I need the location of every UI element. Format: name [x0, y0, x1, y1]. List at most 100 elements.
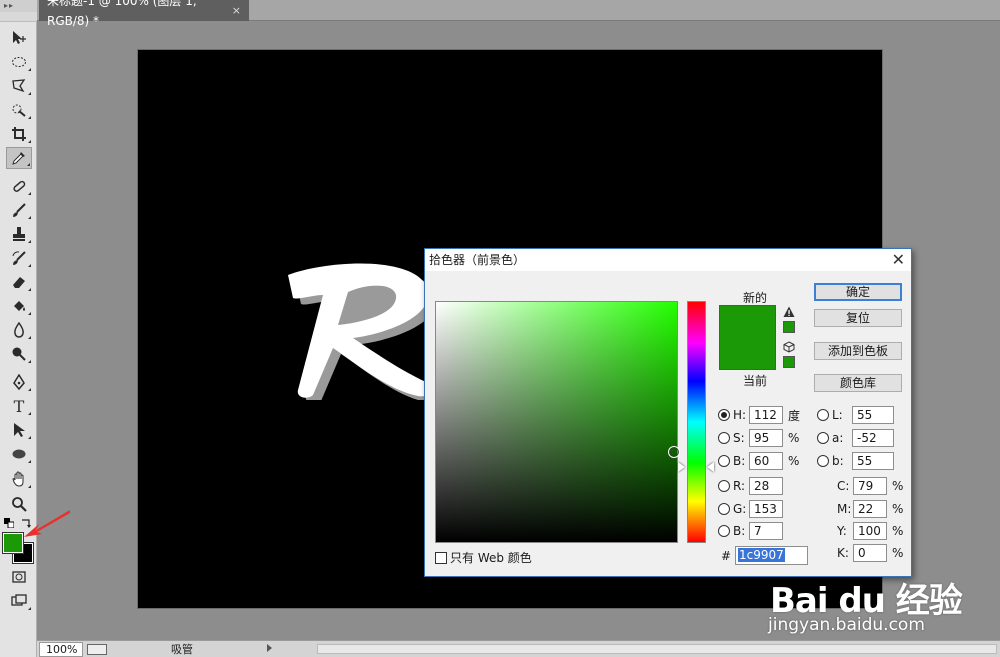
brush-icon[interactable] — [6, 199, 32, 221]
cyan-unit: % — [892, 479, 904, 493]
crop-icon[interactable] — [6, 123, 32, 145]
dialog-title-bar[interactable]: 拾色器（前景色） ✕ — [425, 249, 911, 271]
hex-color-input[interactable]: 1c9907 — [735, 546, 808, 565]
saturation-radio[interactable] — [718, 432, 730, 444]
baidu-jingyan-watermark: Bai du 经验 jingyan.baidu.com — [762, 565, 963, 645]
blue-radio[interactable] — [718, 525, 730, 537]
web-safe-cube-icon[interactable] — [783, 341, 795, 353]
hue-slider[interactable] — [687, 301, 706, 543]
red-input[interactable]: 28 — [749, 477, 783, 495]
paint-bucket-icon[interactable] — [6, 295, 32, 317]
pen-icon[interactable] — [6, 371, 32, 393]
lab-b-radio[interactable] — [817, 455, 829, 467]
lab-b-input[interactable]: 55 — [852, 452, 894, 470]
yellow-unit: % — [892, 524, 904, 538]
stamp-icon[interactable] — [6, 223, 32, 245]
polygonal-lasso-icon[interactable] — [6, 75, 32, 97]
red-radio[interactable] — [718, 480, 730, 492]
foreground-color-swatch[interactable] — [2, 532, 24, 554]
current-color-swatch[interactable] — [719, 338, 776, 370]
document-info-icon[interactable] — [87, 643, 107, 655]
red-label: R: — [733, 479, 746, 493]
panel-header[interactable] — [0, 12, 37, 22]
black-input[interactable]: 0 — [853, 544, 887, 562]
watermark-url: jingyan.baidu.com — [768, 615, 925, 635]
document-tab[interactable]: 未标题-1 @ 100% (图层 1, RGB/8) * × — [39, 0, 249, 28]
saturation-row: S: 95 % — [718, 428, 802, 448]
bandage-icon[interactable] — [6, 175, 32, 197]
lab-a-input[interactable]: -52 — [852, 429, 894, 447]
arrow-icon[interactable] — [6, 419, 32, 441]
ellipse-marquee-icon[interactable] — [6, 51, 32, 73]
dodge-icon[interactable] — [6, 343, 32, 365]
color-libraries-button[interactable]: 颜色库 — [814, 374, 902, 392]
brightness-input[interactable]: 60 — [749, 452, 783, 470]
yellow-input[interactable]: 100 — [853, 522, 887, 540]
drop-icon[interactable] — [6, 319, 32, 341]
horizontal-scrollbar[interactable] — [317, 644, 997, 654]
type-icon[interactable]: T — [6, 395, 32, 417]
green-row: G: 153 — [718, 499, 783, 519]
lab-l-input[interactable]: 55 — [852, 406, 894, 424]
green-label: G: — [733, 502, 747, 516]
move-icon[interactable] — [6, 27, 32, 49]
lab-l-label: L: — [832, 408, 843, 422]
lab-b-label: b: — [832, 454, 844, 468]
close-icon[interactable]: ✕ — [892, 249, 905, 271]
document-tab-title: 未标题-1 @ 100% (图层 1, RGB/8) * — [47, 0, 197, 28]
yellow-row: Y: 100 % — [837, 521, 906, 541]
hex-label: # — [721, 549, 732, 563]
add-to-swatches-button[interactable]: 添加到色板 — [814, 342, 902, 360]
brightness-label: B: — [733, 454, 746, 468]
brightness-radio[interactable] — [718, 455, 730, 467]
web-colors-only-option[interactable]: 只有 Web 颜色 — [435, 549, 532, 566]
eyedropper-icon[interactable] — [6, 147, 32, 169]
gamut-color-swatch[interactable] — [783, 321, 795, 333]
cyan-input[interactable]: 79 — [853, 477, 887, 495]
hue-row: H: 112 度 — [718, 405, 802, 425]
default-colors-icon[interactable] — [4, 518, 14, 528]
current-tool-label: 吸管 — [171, 643, 193, 656]
green-input[interactable]: 153 — [749, 500, 783, 518]
blue-row: B: 7 — [718, 521, 783, 541]
ok-button[interactable]: 确定 — [814, 283, 902, 301]
web-colors-only-checkbox[interactable] — [435, 551, 447, 564]
reset-button[interactable]: 复位 — [814, 309, 902, 327]
blue-input[interactable]: 7 — [749, 522, 783, 540]
hand-icon[interactable] — [6, 468, 32, 490]
status-menu-arrow-icon[interactable] — [267, 644, 272, 652]
saturation-input[interactable]: 95 — [749, 429, 783, 447]
saturation-brightness-field[interactable] — [435, 301, 680, 543]
magenta-row: M: 22 % — [837, 499, 906, 519]
close-tab-icon[interactable]: × — [232, 1, 241, 21]
saturation-label: S: — [733, 431, 745, 445]
zoom-level-field[interactable]: 100% — [39, 641, 83, 657]
history-brush-icon[interactable] — [6, 247, 32, 269]
black-row: K: 0 % — [837, 543, 906, 563]
lab-a-label: a: — [832, 431, 844, 445]
screen-mode-icon[interactable] — [6, 590, 32, 612]
current-color-label: 当前 — [742, 374, 767, 388]
green-radio[interactable] — [718, 503, 730, 515]
quick-mask-icon[interactable] — [6, 566, 32, 588]
quick-select-icon[interactable] — [6, 99, 32, 121]
ellipse-shape-icon[interactable] — [6, 443, 32, 465]
new-color-label: 新的 — [742, 291, 767, 305]
hue-input[interactable]: 112 — [749, 406, 783, 424]
hue-label: H: — [733, 408, 747, 422]
eraser-icon[interactable] — [6, 271, 32, 293]
web-safe-color-swatch[interactable] — [783, 356, 795, 368]
document-tab-bar: 未标题-1 @ 100% (图层 1, RGB/8) * × — [37, 0, 1000, 28]
lab-l-radio[interactable] — [817, 409, 829, 421]
type-glyph: T — [13, 396, 25, 416]
hue-radio[interactable] — [718, 409, 730, 421]
color-field-marker[interactable] — [668, 446, 680, 458]
hue-slider-handle-right[interactable] — [707, 462, 714, 472]
panel-grip[interactable]: ▸▸ — [0, 0, 37, 12]
magenta-input[interactable]: 22 — [853, 500, 887, 518]
hue-slider-handle-left[interactable] — [678, 462, 685, 472]
lab-a-radio[interactable] — [817, 432, 829, 444]
out-of-gamut-warning-icon[interactable] — [783, 306, 795, 318]
tools-panel: ▸▸ T — [0, 0, 37, 657]
magenta-label: M: — [837, 502, 852, 516]
